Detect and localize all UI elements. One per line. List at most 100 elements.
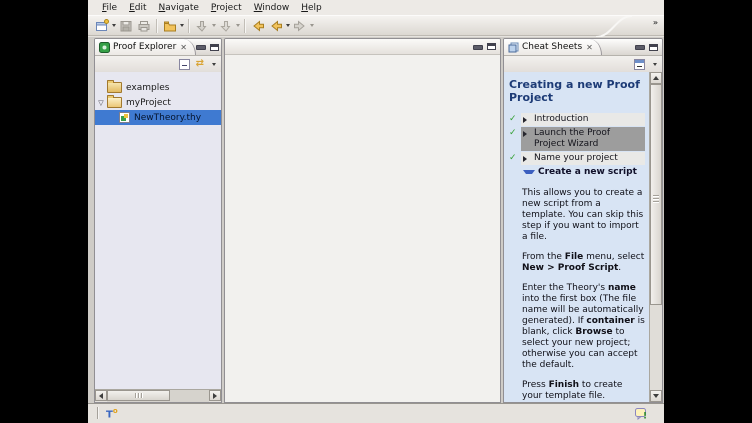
tree-item-newtheory[interactable]: NewTheory.thy	[95, 110, 221, 125]
print-button[interactable]	[135, 17, 153, 35]
collapse-all-icon[interactable]	[179, 59, 190, 70]
check-icon: ✓	[509, 113, 521, 125]
nav-arrow-icon	[218, 18, 234, 34]
menu-navigate[interactable]: Navigate	[153, 2, 205, 14]
menu-help[interactable]: Help	[295, 2, 328, 14]
down-arrow-icon	[653, 394, 659, 398]
close-icon[interactable]: ✕	[586, 43, 593, 52]
next-annotation-button[interactable]	[217, 17, 241, 35]
step-label: Create a new script	[538, 167, 637, 178]
screen: File Edit Navigate Project Window Help	[0, 0, 752, 423]
menu-project[interactable]: Project	[205, 2, 248, 14]
chevron-down-icon	[310, 24, 314, 27]
menu-file[interactable]: File	[96, 2, 123, 14]
minimize-icon[interactable]	[635, 45, 645, 50]
scroll-left-button[interactable]	[95, 390, 107, 401]
step-create-script[interactable]: Create a new script	[509, 166, 645, 179]
tab-cheat-sheets[interactable]: Cheat Sheets ✕	[504, 39, 602, 55]
theory-status-icon[interactable]: To	[106, 407, 118, 420]
proof-explorer-toolbar: ⇄	[95, 56, 221, 73]
maximize-icon[interactable]	[210, 44, 219, 51]
print-icon	[136, 18, 152, 34]
step-introduction[interactable]: ✓ Introduction	[509, 113, 645, 126]
collapse-all-icon[interactable]	[634, 59, 645, 70]
horizontal-scrollbar[interactable]	[95, 389, 221, 402]
perspective-bar-curve	[594, 16, 634, 37]
cheat-sheet-paragraph: From the File menu, select New > Proof S…	[522, 252, 645, 274]
editor-area	[224, 38, 501, 403]
check-icon: ✓	[509, 152, 521, 164]
link-with-editor-icon[interactable]: ⇄	[196, 59, 204, 69]
proof-explorer-tab-bar: Proof Explorer ✕	[95, 39, 221, 56]
menu-edit[interactable]: Edit	[123, 2, 152, 14]
close-icon[interactable]: ✕	[180, 43, 187, 52]
last-edit-location-button[interactable]	[193, 17, 217, 35]
back-button[interactable]	[249, 17, 267, 35]
tree-item-examples[interactable]: examples	[95, 80, 221, 95]
tab-proof-explorer[interactable]: Proof Explorer ✕	[95, 39, 196, 55]
open-folder-icon	[162, 18, 178, 34]
proof-explorer-view: Proof Explorer ✕ ⇄	[94, 38, 222, 403]
toolbar-overflow-chevron[interactable]: »	[653, 18, 657, 27]
forward-arrow-icon	[292, 18, 308, 34]
toolbar-separator	[188, 19, 190, 33]
chevron-down-icon	[236, 24, 240, 27]
open-resource-button[interactable]	[161, 17, 185, 35]
tree-item-myproject[interactable]: ▽ myProject	[95, 95, 221, 110]
cheat-sheets-view: Cheat Sheets ✕ Creating a new Proof Proj…	[503, 38, 663, 403]
scrollbar-thumb[interactable]	[107, 390, 170, 401]
grip	[135, 393, 137, 398]
toolbar-separator	[244, 19, 246, 33]
svg-text:!: !	[643, 412, 647, 421]
maximize-icon[interactable]	[487, 43, 496, 50]
eclipse-window: File Edit Navigate Project Window Help	[88, 0, 664, 423]
proof-explorer-tree: examples ▽ myProject NewTheory.thy	[95, 72, 221, 390]
step-launch-wizard[interactable]: ✓ Launch the Proof Project Wizard	[509, 127, 645, 151]
cheat-sheet-paragraph: Enter the Theory's name into the first b…	[522, 283, 645, 371]
editor-empty-canvas[interactable]	[225, 55, 500, 402]
minimize-icon[interactable]	[196, 45, 206, 50]
chevron-right-icon	[523, 156, 531, 162]
save-button[interactable]	[117, 17, 135, 35]
scroll-up-button[interactable]	[650, 72, 662, 84]
back-arrow-icon	[268, 18, 284, 34]
step-row[interactable]: Name your project	[521, 152, 645, 165]
chevron-down-icon	[112, 24, 116, 27]
menu-window[interactable]: Window	[248, 2, 296, 14]
scrollbar-thumb[interactable]	[650, 84, 662, 305]
forward-history-button[interactable]	[291, 17, 315, 35]
view-menu-icon[interactable]	[212, 63, 216, 66]
tab-label: Proof Explorer	[113, 42, 176, 52]
left-arrow-icon	[99, 393, 103, 399]
chevron-down-icon	[286, 24, 290, 27]
grip	[141, 393, 143, 398]
cheat-sheet-title: Creating a new Proof Project	[509, 78, 645, 104]
save-icon	[118, 18, 134, 34]
minimize-icon[interactable]	[473, 45, 483, 50]
tips-bubble-icon[interactable]: !	[635, 407, 648, 420]
step-row[interactable]: Introduction	[521, 113, 645, 126]
cheat-sheet-content: Creating a new Proof Project ✓ Introduct…	[504, 72, 649, 402]
scrollbar-track[interactable]	[107, 390, 209, 402]
chevron-down-icon	[212, 24, 216, 27]
maximize-icon[interactable]	[649, 44, 658, 51]
nav-arrow-icon	[194, 18, 210, 34]
chevron-right-icon	[523, 131, 531, 137]
expander-icon[interactable]: ▽	[95, 99, 107, 107]
chevron-down-icon	[180, 24, 184, 27]
folder-open-icon	[107, 97, 122, 108]
new-wizard-button[interactable]	[93, 17, 117, 35]
step-row[interactable]: Launch the Proof Project Wizard	[521, 127, 645, 151]
cheat-sheets-tab-bar: Cheat Sheets ✕	[504, 39, 662, 56]
scroll-right-button[interactable]	[209, 390, 221, 401]
status-separator	[97, 407, 99, 419]
vertical-scrollbar[interactable]	[649, 72, 662, 402]
scroll-down-button[interactable]	[650, 390, 662, 402]
view-menu-icon[interactable]	[653, 63, 657, 66]
step-name-project[interactable]: ✓ Name your project	[509, 152, 645, 165]
new-icon	[94, 18, 110, 34]
workbench-area: Proof Explorer ✕ ⇄	[88, 37, 664, 404]
step-row[interactable]: Create a new script	[521, 166, 645, 179]
cheat-sheets-toolbar	[504, 56, 662, 73]
back-history-button[interactable]	[267, 17, 291, 35]
